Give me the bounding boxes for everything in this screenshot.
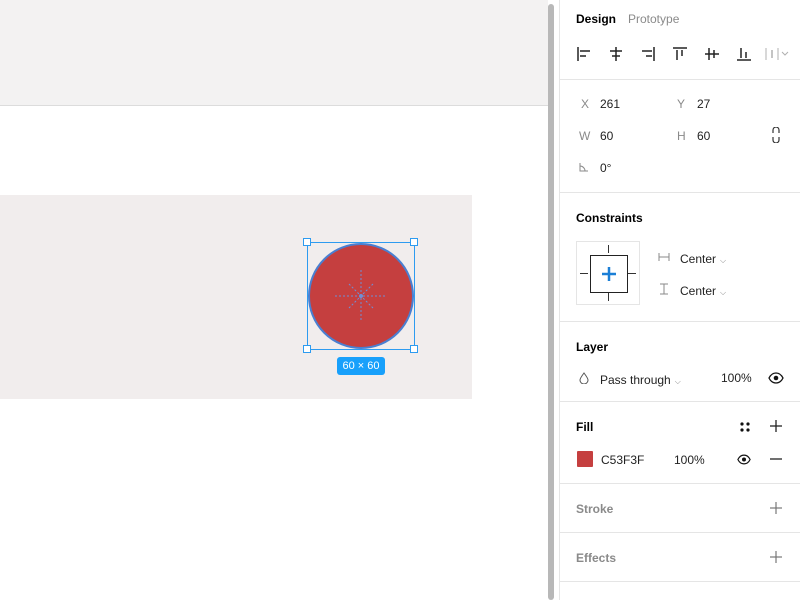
constraints-widget[interactable] [576, 241, 640, 305]
align-top-icon[interactable] [672, 46, 688, 62]
w-input[interactable]: 60 [600, 129, 613, 143]
add-effect-icon[interactable] [770, 551, 782, 563]
h-label: H [677, 129, 686, 143]
fill-section: Fill C53F3F 100% [560, 402, 800, 484]
add-stroke-icon[interactable] [770, 502, 782, 514]
blend-mode-drop-icon [579, 372, 589, 384]
constrain-proportions-icon[interactable] [771, 127, 781, 143]
y-label: Y [677, 97, 686, 111]
fill-opacity-input[interactable]: 100% [674, 453, 705, 467]
align-left-icon[interactable] [576, 46, 592, 62]
add-fill-icon[interactable] [770, 420, 782, 432]
vertical-constraint-dropdown[interactable]: Center ⌵ [680, 282, 726, 300]
constraint-tick-bottom[interactable] [608, 293, 609, 301]
chevron-down-icon: ⌵ [720, 256, 727, 265]
vertical-constraint-value: Center [680, 284, 717, 298]
remove-fill-icon[interactable] [770, 458, 782, 460]
blend-mode-dropdown[interactable]: Pass through ⌵ [600, 371, 681, 389]
constraints-title: Constraints [576, 211, 643, 225]
h-input[interactable]: 60 [697, 129, 710, 143]
w-label: W [579, 129, 591, 143]
rotation-icon [579, 163, 588, 172]
constraint-tick-left[interactable] [580, 273, 588, 274]
eye-icon[interactable] [737, 454, 751, 465]
horizontal-constraint-dropdown[interactable]: Center ⌵ [680, 250, 726, 268]
y-input[interactable]: 27 [697, 97, 710, 111]
resize-handle-top-right[interactable] [410, 238, 418, 246]
vertical-constraint-icon [660, 283, 668, 295]
align-right-icon[interactable] [640, 46, 656, 62]
distribute-icon[interactable] [764, 46, 790, 62]
fill-title: Fill [576, 420, 594, 434]
chevron-down-icon: ⌵ [674, 377, 681, 386]
eye-icon[interactable] [768, 372, 784, 384]
layer-opacity-input[interactable]: 100% [721, 371, 752, 385]
constraint-tick-top[interactable] [608, 245, 609, 253]
horizontal-constraint-icon [658, 253, 670, 261]
align-horizontal-center-icon[interactable] [608, 46, 624, 62]
rotation-input[interactable]: 0° [600, 161, 611, 175]
x-input[interactable]: 261 [600, 97, 620, 111]
tab-design[interactable]: Design [576, 12, 616, 26]
constraints-section: Constraints Center ⌵ Center ⌵ [560, 193, 800, 322]
resize-handle-top-left[interactable] [303, 238, 311, 246]
effects-title: Effects [576, 551, 617, 565]
resize-handle-bottom-left[interactable] [303, 345, 311, 353]
x-label: X [581, 97, 590, 111]
tab-prototype[interactable]: Prototype [628, 12, 679, 26]
blend-mode-value: Pass through [600, 373, 671, 387]
canvas[interactable]: 60 × 60 [0, 0, 548, 600]
constraint-tick-right[interactable] [628, 273, 636, 274]
horizontal-constraint-value: Center [680, 252, 717, 266]
properties-panel: Design Prototype X 261 Y 27 W 60 H 60 0°… [559, 0, 800, 600]
canvas-scrollbar[interactable] [548, 4, 554, 600]
fill-color-swatch[interactable] [577, 451, 593, 467]
size-badge: 60 × 60 [337, 357, 385, 375]
chevron-down-icon: ⌵ [720, 288, 727, 297]
stroke-section: Stroke [560, 484, 800, 533]
header-section: Design Prototype [560, 0, 800, 80]
style-grid-icon[interactable] [739, 421, 751, 433]
transform-section: X 261 Y 27 W 60 H 60 0° [560, 80, 800, 193]
layer-section: Layer Pass through ⌵ 100% [560, 322, 800, 402]
effects-section: Effects [560, 533, 800, 582]
fill-hex-input[interactable]: C53F3F [601, 453, 644, 467]
stroke-title: Stroke [576, 502, 614, 516]
align-vertical-center-icon[interactable] [704, 46, 720, 62]
selection-box [307, 242, 415, 350]
resize-handle-bottom-right[interactable] [410, 345, 418, 353]
center-constraint-plus-icon[interactable] [601, 266, 617, 282]
align-bottom-icon[interactable] [736, 46, 752, 62]
layer-title: Layer [576, 340, 609, 354]
canvas-background-area [0, 0, 548, 106]
